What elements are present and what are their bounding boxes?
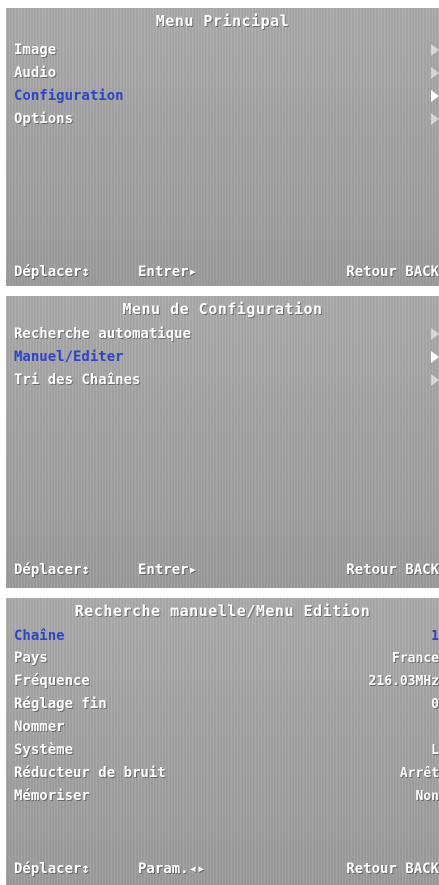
footer-param-hint: Param.◂▸ — [138, 861, 206, 877]
row-name-label[interactable]: Nommer — [14, 719, 65, 735]
row-system-label[interactable]: Système — [14, 742, 73, 758]
menu-item-options[interactable]: Options — [14, 111, 73, 127]
row-country-value: France — [392, 651, 439, 666]
footer-enter-hint: Entrer▸ — [138, 562, 198, 578]
submenu-arrow-icon — [431, 67, 439, 79]
menu-item-channel-sort[interactable]: Tri des Chaînes — [14, 372, 140, 388]
submenu-arrow-icon — [431, 328, 439, 340]
manual-search-title: Recherche manuelle/Menu Edition — [74, 602, 371, 620]
menu-item-image[interactable]: Image — [14, 42, 56, 58]
configuration-menu-screen: Menu de Configuration Recherche automati… — [6, 296, 439, 588]
footer-back-hint[interactable]: Retour BACK — [346, 562, 439, 578]
row-store-label[interactable]: Mémoriser — [14, 788, 90, 804]
main-menu-screen: Menu Principal Image Audio Configuration… — [6, 8, 439, 286]
footer-move-hint: Déplacer↕ — [14, 861, 90, 877]
submenu-arrow-icon — [431, 113, 439, 125]
configuration-menu-title: Menu de Configuration — [122, 300, 323, 318]
row-fine-tune-value: 0 — [431, 697, 439, 712]
footer-move-hint: Déplacer↕ — [14, 264, 90, 280]
menu-item-configuration[interactable]: Configuration — [14, 88, 124, 104]
row-frequency-label[interactable]: Fréquence — [14, 673, 90, 689]
submenu-arrow-icon — [431, 90, 439, 102]
row-noise-reduction-label[interactable]: Réducteur de bruit — [14, 765, 166, 781]
row-frequency-value: 216.03MHz — [368, 674, 439, 689]
footer-enter-hint: Entrer▸ — [138, 264, 198, 280]
main-menu-title: Menu Principal — [155, 12, 290, 30]
menu-item-manual-edit[interactable]: Manuel/Editer — [14, 349, 124, 365]
footer-back-hint[interactable]: Retour BACK — [346, 861, 439, 877]
menu-item-audio[interactable]: Audio — [14, 65, 56, 81]
row-country-label[interactable]: Pays — [14, 650, 48, 666]
row-system-value: L — [431, 743, 439, 758]
row-fine-tune-label[interactable]: Réglage fin — [14, 696, 107, 712]
row-channel-value: 1 — [431, 629, 439, 644]
footer-back-hint[interactable]: Retour BACK — [346, 264, 439, 280]
submenu-arrow-icon — [431, 351, 439, 363]
row-noise-reduction-value: Arrêt — [399, 766, 439, 781]
footer-move-hint: Déplacer↕ — [14, 562, 90, 578]
manual-search-screen: Recherche manuelle/Menu Edition Chaîne 1… — [6, 598, 439, 885]
menu-item-automatic-search[interactable]: Recherche automatique — [14, 326, 191, 342]
row-channel-label[interactable]: Chaîne — [14, 628, 65, 644]
submenu-arrow-icon — [431, 374, 439, 386]
submenu-arrow-icon — [431, 44, 439, 56]
row-store-value: Non — [415, 789, 439, 804]
